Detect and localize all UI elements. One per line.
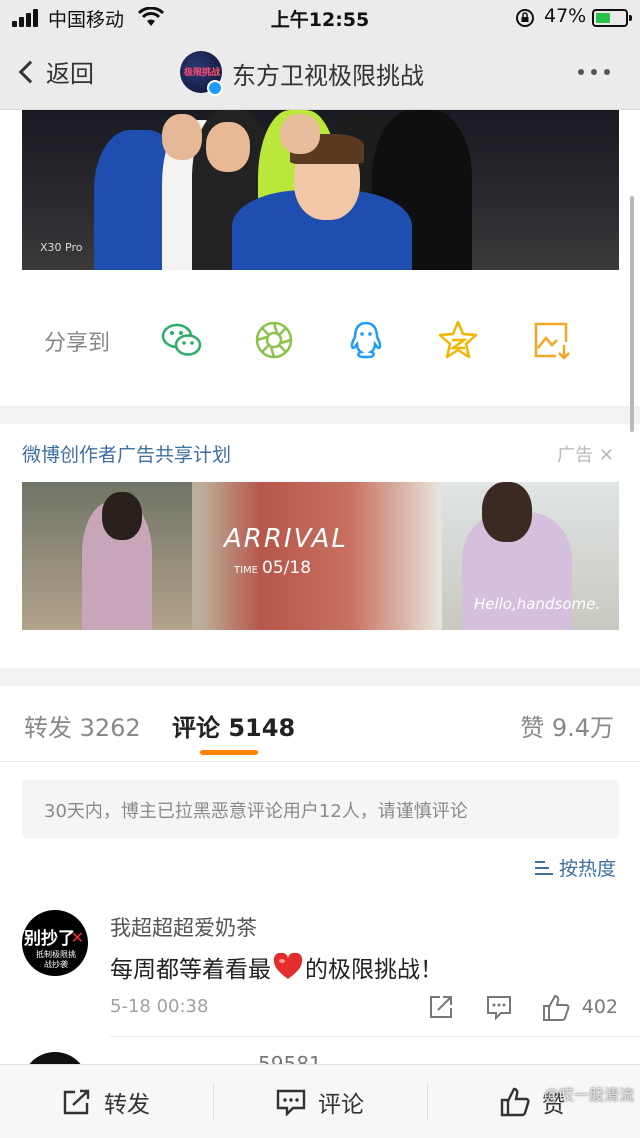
x-mark-icon: ✕ — [70, 928, 84, 947]
comment-text-part: 每周都等着看最 — [110, 957, 271, 983]
battery-icon — [592, 9, 632, 27]
ad-banner[interactable]: ARRIVAL TIME 05/18 Hello,handsome. — [22, 482, 619, 630]
sort-button[interactable]: 按热度 — [534, 854, 616, 881]
active-tab-indicator — [200, 750, 258, 755]
repost-button[interactable]: 转发 — [62, 1065, 150, 1138]
avatar-text: 别抄了 — [24, 929, 75, 949]
back-button[interactable]: 返回 — [16, 54, 94, 89]
repost-comment-icon[interactable] — [428, 994, 454, 1020]
heart-emoji-icon — [273, 953, 303, 979]
ad-handwriting: Hello,handsome. — [474, 595, 601, 613]
section-divider — [0, 406, 640, 424]
toolbar-separator — [213, 1083, 214, 1121]
scrollbar[interactable] — [630, 196, 634, 432]
save-image-icon[interactable] — [530, 318, 574, 362]
ad-program-title[interactable]: 微博创作者广告共享计划 — [22, 440, 231, 467]
rotation-lock-icon — [516, 9, 534, 27]
comment-divider — [110, 1036, 640, 1037]
ad-date-prefix: TIME — [234, 565, 259, 576]
status-bar: 中国移动 上午12:55 47% — [0, 0, 640, 36]
comment-label: 评论 — [318, 1092, 364, 1118]
commenter-avatar[interactable]: 别抄了 ✕ 抵制极限挑战抄袭 — [22, 910, 88, 976]
ad-date: TIME 05/18 — [234, 558, 311, 578]
comment-icon — [276, 1089, 306, 1116]
engagement-tabs: 转发 3262 评论 5148 赞 9.4万 — [0, 686, 640, 762]
comment-notice: 30天内，博主已拉黑恶意评论用户12人，请谨慎评论 — [22, 780, 619, 838]
camera-watermark: X30 Pro — [40, 241, 83, 254]
verified-badge-icon — [207, 80, 223, 96]
close-icon: ✕ — [598, 445, 614, 466]
ad-headline: ARRIVAL — [224, 524, 348, 554]
avatar-logo-text: 极限挑战 — [184, 68, 221, 78]
notice-text: 30天内，博主已拉黑恶意评论用户12人，请谨慎评论 — [44, 801, 468, 822]
nav-bar: 返回 极限挑战 东方卫视极限挑战 — [0, 36, 640, 110]
back-label: 返回 — [46, 60, 94, 88]
tab-like[interactable]: 赞 9.4万 — [520, 708, 614, 743]
comment-item: 别抄了 ✕ 抵制极限挑战抄袭 我超超超爱奶茶 每周都等着看最 的极限挑战！ 5-1… — [0, 900, 640, 1040]
ad-close-button[interactable]: 广告 ✕ — [557, 441, 614, 467]
post-image[interactable]: X30 Pro — [22, 110, 619, 270]
moments-icon[interactable] — [252, 318, 296, 362]
toolbar-separator — [427, 1083, 428, 1121]
reply-comment-icon[interactable] — [486, 994, 512, 1020]
share-row: 分享到 — [0, 300, 640, 380]
more-options-button[interactable] — [578, 69, 610, 75]
repost-icon — [63, 1089, 90, 1115]
wechat-icon[interactable] — [160, 318, 204, 362]
sort-icon — [534, 860, 553, 875]
ad-tag-label: 广告 — [557, 445, 594, 466]
battery-percent: 47% — [544, 5, 587, 27]
like-comment-icon[interactable] — [542, 994, 570, 1022]
comment-like-count: 402 — [581, 996, 618, 1018]
page-title[interactable]: 东方卫视极限挑战 — [232, 56, 424, 91]
share-label: 分享到 — [44, 331, 111, 356]
comment-text-part: 的极限挑战！ — [305, 957, 443, 983]
qzone-icon[interactable] — [436, 318, 480, 362]
avatar-subtext: 抵制极限挑战抄袭 — [36, 950, 76, 969]
sort-label: 按热度 — [558, 858, 616, 880]
comment-button[interactable]: 评论 — [276, 1065, 364, 1138]
repost-label: 转发 — [104, 1092, 150, 1118]
qq-icon[interactable] — [344, 318, 388, 362]
section-divider — [0, 668, 640, 686]
tab-repost[interactable]: 转发 3262 — [24, 708, 141, 743]
like-icon — [500, 1087, 530, 1117]
commenter-name[interactable]: 我超超超爱奶茶 — [110, 912, 257, 942]
comment-text: 每周都等着看最 的极限挑战！ — [110, 950, 443, 984]
comment-time: 5-18 00:38 — [110, 996, 209, 1017]
chevron-left-icon — [18, 60, 42, 83]
weibo-watermark: @哎一股清流 — [543, 1086, 634, 1104]
tab-comment[interactable]: 评论 5148 — [172, 708, 295, 743]
ad-date-value: 05/18 — [262, 558, 312, 578]
